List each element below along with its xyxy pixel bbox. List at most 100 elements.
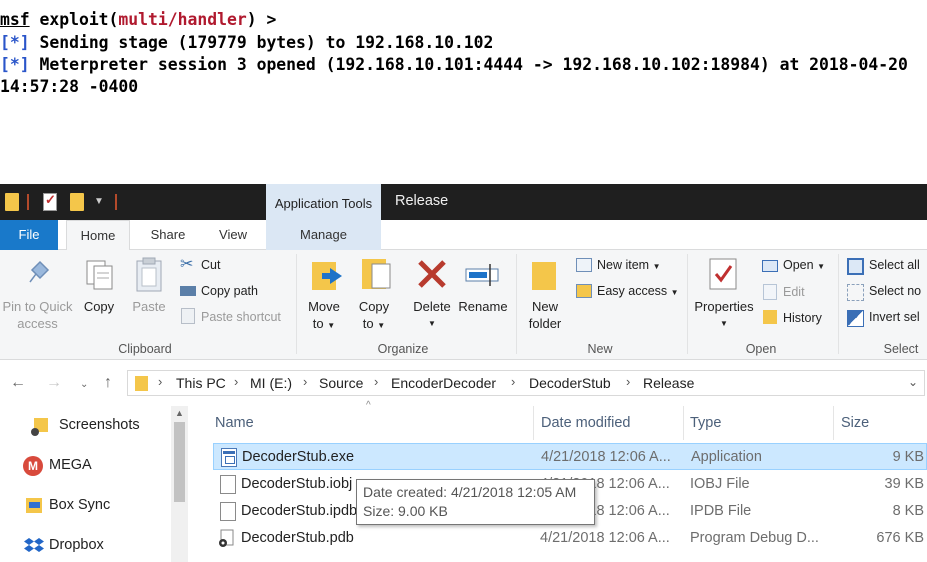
mega-icon: M [23, 456, 43, 476]
delete-icon [418, 260, 446, 288]
address-bar[interactable]: › This PC › MI (E:) › Source › EncoderDe… [127, 370, 925, 396]
nav-item-screenshots[interactable]: Screenshots [0, 412, 170, 442]
tab-view[interactable]: View [205, 220, 261, 250]
cut-label: Cut [201, 258, 221, 272]
copy-to-label-2-text: to [362, 316, 374, 331]
breadcrumb-decoderstub[interactable]: DecoderStub [529, 375, 611, 391]
toolbar-divider [27, 194, 29, 210]
nav-item-dropbox[interactable]: Dropbox [0, 532, 170, 562]
pin-label-2: access [17, 316, 58, 331]
folder-icon[interactable] [5, 193, 19, 211]
sync-status-icon [31, 428, 39, 436]
move-to-label-1: Move [308, 299, 340, 314]
nav-item-box-sync[interactable]: Box Sync [0, 492, 170, 522]
terminal-prompt-post: ) > [246, 10, 277, 29]
file-icon [220, 502, 236, 521]
delete-label: Delete [413, 299, 451, 314]
dropbox-icon [24, 538, 44, 552]
copy-to-label-2: to ▼ [352, 315, 396, 334]
rename-label: Rename [458, 299, 508, 314]
breadcrumb-source[interactable]: Source [319, 375, 363, 391]
tab-share[interactable]: Share [138, 220, 198, 250]
nav-scrollbar[interactable]: ▲ [171, 406, 188, 562]
chevron-down-icon: ▼ [670, 288, 679, 297]
new-item-label: New item ▼ [597, 258, 661, 272]
breadcrumb-this-pc[interactable]: This PC [176, 375, 226, 391]
terminal-line-sending: [*] Sending stage (179779 bytes) to 192.… [0, 32, 493, 54]
new-folder-icon [532, 262, 556, 290]
terminal-prompt-msf: msf [0, 10, 30, 29]
column-header-type[interactable]: Type [690, 406, 721, 444]
new-item-icon [576, 258, 592, 272]
properties-icon [709, 258, 737, 290]
file-row[interactable]: DecoderStub.exe 4/21/2018 12:06 A... App… [213, 443, 927, 470]
select-group-label: Select [883, 342, 919, 356]
chevron-right-icon: › [511, 374, 516, 389]
terminal-line-session: [*] Meterpreter session 3 opened (192.16… [0, 54, 908, 76]
properties-label: Properties [694, 299, 754, 314]
edit-icon [763, 284, 777, 300]
nav-item-label: Box Sync [49, 497, 111, 513]
breadcrumb-encoderdecoder[interactable]: EncoderDecoder [391, 375, 496, 391]
easy-access-label: Easy access ▼ [597, 284, 679, 298]
chevron-down-icon: ▼ [720, 319, 728, 328]
column-header-date[interactable]: Date modified [541, 406, 630, 444]
nav-item-mega[interactable]: M MEGA [0, 452, 170, 482]
column-divider[interactable] [533, 406, 534, 440]
pin-icon [29, 260, 50, 283]
scissors-icon: ✂ [180, 256, 194, 273]
paste-shortcut-icon [181, 308, 195, 324]
folder-icon [135, 376, 148, 391]
tab-file[interactable]: File [0, 220, 58, 250]
ribbon-tabs: File Home Share View Manage [0, 220, 927, 251]
chevron-right-icon: › [374, 374, 379, 389]
address-bar-row: ← → ⌄ ↑ › This PC › MI (E:) › Source › E… [0, 360, 927, 406]
group-divider [516, 254, 517, 354]
recent-locations-chevron-icon[interactable]: ⌄ [80, 379, 88, 390]
file-size: 676 KB [876, 530, 924, 546]
file-date: 4/21/2018 12:06 A... [541, 449, 671, 465]
breadcrumb-drive[interactable]: MI (E:) [250, 375, 292, 391]
file-row[interactable]: DecoderStub.pdb 4/21/2018 12:06 A... Pro… [213, 525, 927, 552]
tab-home[interactable]: Home [66, 220, 130, 251]
group-divider [296, 254, 297, 354]
file-type: Application [691, 449, 762, 465]
file-type: Program Debug D... [690, 530, 819, 546]
forward-arrow-icon[interactable]: → [46, 374, 62, 392]
open-label: Open ▼ [783, 258, 825, 272]
tab-manage[interactable]: Manage [266, 220, 381, 250]
breadcrumb-release[interactable]: Release [643, 375, 694, 391]
chevron-down-icon[interactable]: ⌄ [908, 375, 918, 389]
copy-icon [86, 260, 113, 290]
chevron-down-icon: ▼ [817, 262, 825, 271]
move-to-icon [312, 262, 342, 290]
copy-path-icon [180, 286, 196, 296]
file-size: 39 KB [884, 476, 925, 492]
scroll-thumb[interactable] [174, 422, 185, 502]
terminal-prompt-module: multi/handler [118, 10, 247, 29]
application-tools-label: Application Tools [266, 184, 381, 220]
back-arrow-icon[interactable]: ← [10, 374, 26, 392]
terminal-info-tag: [*] [0, 33, 30, 52]
terminal-output: msf exploit(multi/handler) > [*] Sending… [0, 0, 927, 180]
chevron-down-icon[interactable]: ▼ [94, 196, 104, 207]
column-header-name[interactable]: Name [215, 406, 254, 444]
invert-selection-label: Invert sel [869, 310, 920, 324]
new-folder-quick-icon[interactable] [70, 193, 84, 211]
up-arrow-icon[interactable]: ↑ [104, 374, 112, 392]
paste-label: Paste [132, 299, 166, 314]
open-label-text: Open [783, 258, 814, 272]
invert-selection-icon [847, 310, 864, 327]
column-divider[interactable] [683, 406, 684, 440]
scroll-up-icon[interactable]: ▲ [175, 408, 184, 418]
column-header-size[interactable]: Size [841, 406, 869, 444]
debug-database-icon [219, 529, 234, 547]
nav-item-label: Screenshots [59, 417, 140, 433]
column-divider[interactable] [833, 406, 834, 440]
properties-quick-icon[interactable] [43, 192, 57, 211]
copy-to-icon [362, 259, 391, 289]
ribbon: Pin to Quick access Copy Paste ✂ Cut Cop… [0, 250, 927, 360]
file-icon [220, 475, 236, 494]
file-name: DecoderStub.iobj [241, 476, 353, 492]
terminal-prompt-pre: exploit( [29, 10, 119, 29]
